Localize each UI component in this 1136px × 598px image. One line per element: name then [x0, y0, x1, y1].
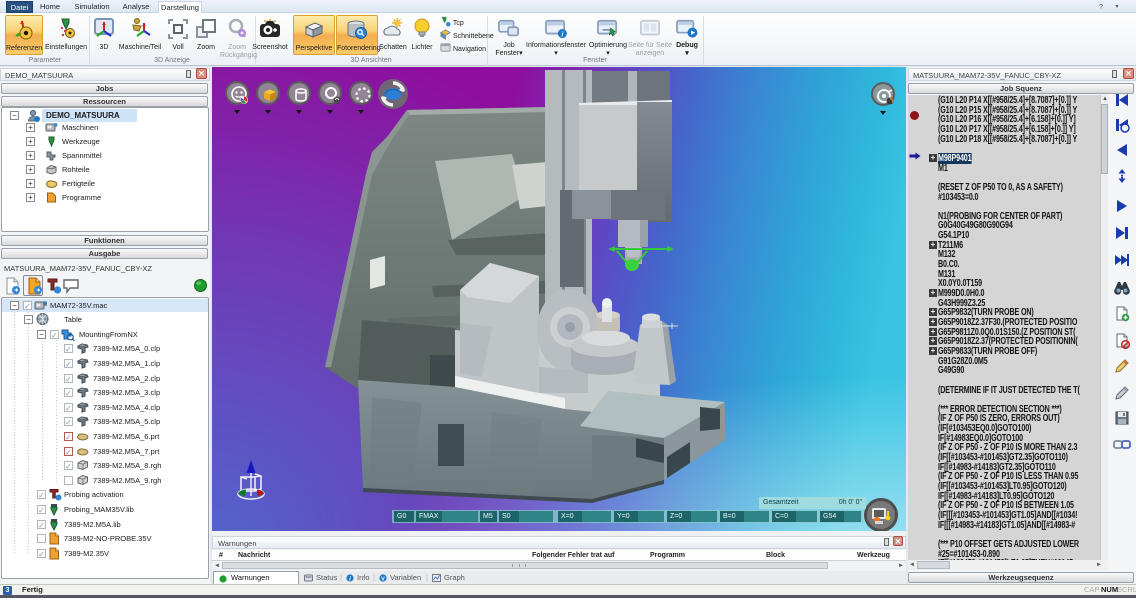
svg-text:a: a: [44, 302, 47, 308]
svg-text:V: V: [381, 576, 385, 582]
svg-text:i: i: [561, 30, 563, 38]
